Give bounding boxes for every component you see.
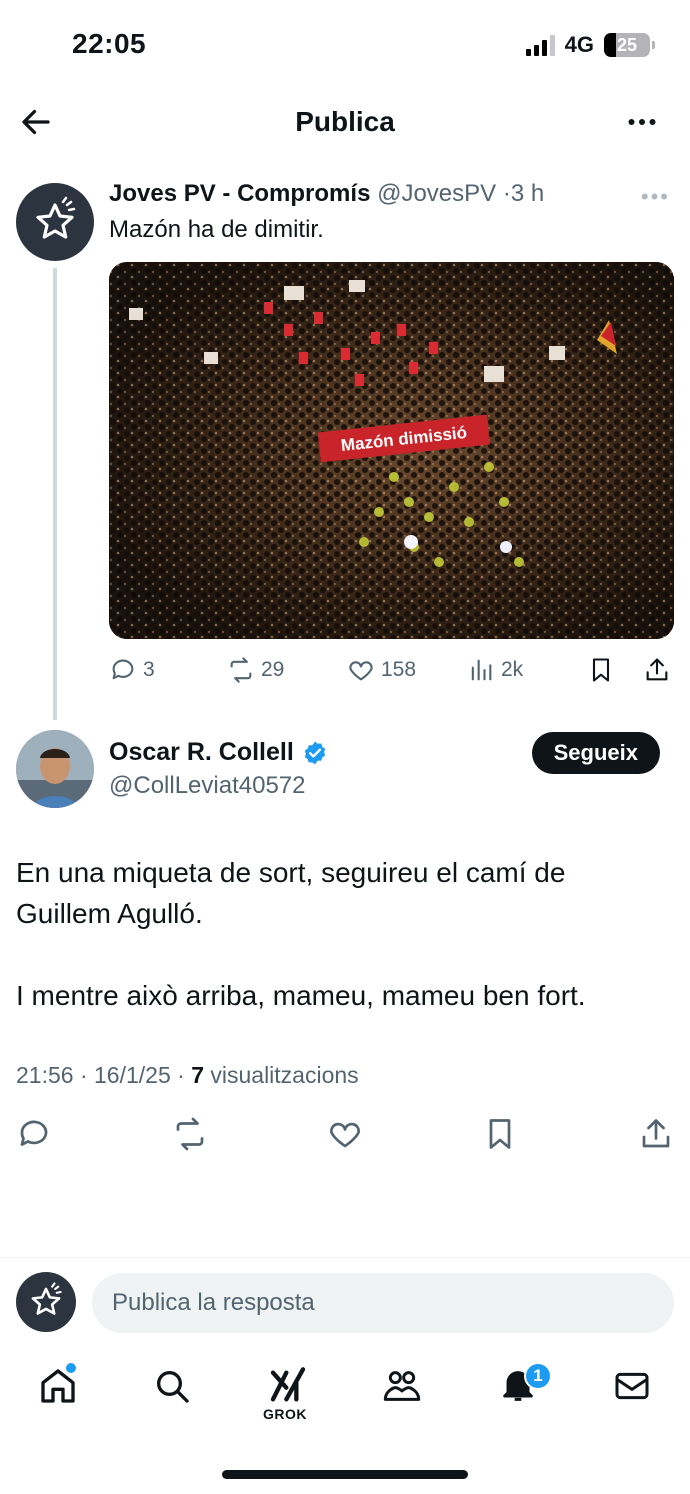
main-author-handle[interactable]: @CollLeviat40572 (109, 772, 306, 800)
battery-icon: 25 (604, 33, 655, 57)
main-actions (0, 1116, 690, 1160)
reply-icon (112, 659, 134, 680)
main-text-line: Guillem Agulló. (16, 898, 203, 929)
main-text-line: I mentre això arriba, mameu, mameu ben f… (16, 980, 586, 1011)
star-logo-icon (31, 1282, 62, 1315)
mail-icon (615, 1372, 649, 1400)
parent-views-count: 2k (501, 658, 524, 681)
reply-avatar (16, 1272, 76, 1332)
nav-communities[interactable] (378, 1362, 426, 1410)
parent-author-handle[interactable]: @JovesPV (377, 180, 496, 207)
parent-replies-count: 3 (143, 658, 155, 681)
more-options-icon[interactable] (624, 104, 660, 140)
home-indicator[interactable] (222, 1470, 468, 1479)
parent-like-button[interactable]: 158 (347, 650, 416, 690)
parent-time: 3 h (510, 180, 545, 207)
grok-icon (270, 1367, 306, 1402)
parent-separator: · (502, 180, 511, 207)
repost-icon[interactable] (172, 1116, 208, 1152)
heart-icon (349, 661, 373, 681)
parent-actions: 3 29 158 2k (109, 650, 674, 690)
parent-reply-button[interactable]: 3 (109, 650, 155, 690)
top-header: Publica (0, 92, 690, 152)
communities-icon (383, 1371, 421, 1401)
signal-icon (525, 34, 555, 56)
parent-repost-button[interactable]: 29 (227, 650, 284, 690)
share-icon (646, 658, 668, 681)
tweet-timestamp[interactable]: 21:56 · 16/1/25 · (16, 1062, 191, 1088)
tweet-metadata: 21:56 · 16/1/25 · 7 visualitzacions (16, 1062, 359, 1089)
bookmark-icon[interactable] (482, 1116, 518, 1152)
heart-icon[interactable] (327, 1116, 363, 1152)
parent-more-icon[interactable]: ••• (641, 184, 670, 210)
avatar-photo (16, 730, 94, 808)
reply-input[interactable]: Publica la resposta (92, 1273, 674, 1333)
status-time: 22:05 (72, 28, 147, 59)
status-bar: 22:05 4G 25 (0, 0, 690, 90)
notifications-badge: 1 (524, 1362, 552, 1390)
search-icon (157, 1371, 189, 1403)
battery-level: 25 (616, 34, 638, 55)
divider (0, 1257, 690, 1258)
main-author-avatar[interactable] (16, 730, 94, 808)
parent-share-button[interactable] (643, 650, 671, 690)
home-unread-dot (66, 1363, 76, 1373)
views-label: visualitzacions (203, 1062, 359, 1088)
parent-reposts-count: 29 (261, 658, 285, 681)
parent-avatar[interactable] (16, 183, 94, 261)
main-tweet-text: En una miqueta de sort, seguireu el camí… (16, 852, 666, 1016)
main-text-line: En una miqueta de sort, seguireu el camí… (16, 857, 566, 888)
bookmark-icon (592, 658, 610, 682)
parent-tweet-header: Joves PV - Compromís @JovesPV ·3 h (109, 180, 544, 208)
views-count: 7 (191, 1062, 204, 1088)
star-logo-icon (36, 196, 76, 239)
verified-badge-icon (304, 741, 325, 764)
main-author-name[interactable]: Oscar R. Collell (109, 738, 294, 767)
nav-search[interactable] (148, 1362, 196, 1410)
thread-line (53, 268, 57, 720)
protest-crowd-image: Mazón dimissió (109, 262, 674, 639)
tweet-image[interactable]: Mazón dimissió (109, 262, 674, 639)
parent-bookmark-button[interactable] (587, 650, 615, 690)
share-icon[interactable] (638, 1116, 674, 1152)
reply-icon[interactable] (16, 1116, 52, 1152)
nav-messages[interactable] (608, 1362, 656, 1410)
status-indicators: 4G 25 (525, 32, 655, 58)
repost-icon (230, 657, 252, 683)
parent-tweet-text: Mazón ha de dimitir. (109, 216, 324, 243)
follow-button[interactable]: Segueix (531, 732, 660, 774)
bottom-nav (0, 1356, 690, 1436)
page-title: Publica (295, 106, 395, 137)
parent-views-button[interactable]: 2k (467, 650, 523, 690)
views-icon (471, 659, 492, 681)
grok-label: GROK (263, 1406, 307, 1422)
main-author-row: Oscar R. Collell (109, 738, 328, 767)
nav-grok[interactable] (264, 1362, 312, 1410)
parent-author-name[interactable]: Joves PV - Compromís (109, 180, 370, 207)
network-type: 4G (564, 32, 594, 57)
parent-likes-count: 158 (381, 658, 417, 681)
